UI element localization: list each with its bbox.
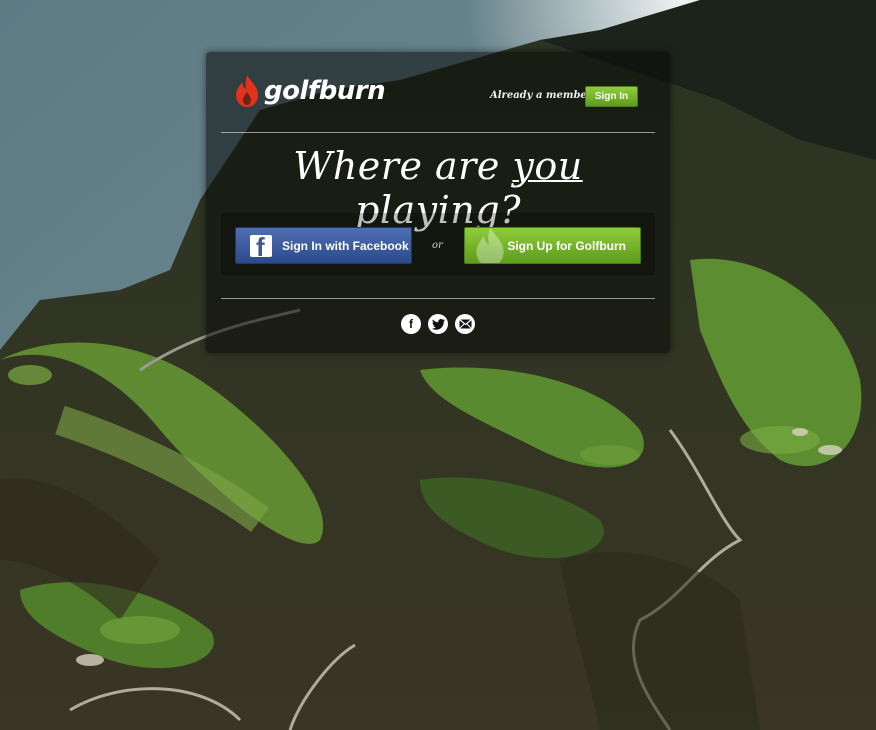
signup-panel: golfburn Already a member? Sign In Where…: [206, 52, 670, 353]
member-prompt: Already a member?: [490, 90, 598, 101]
headline-part-1: Where are: [293, 144, 513, 188]
signup-label: Sign Up for Golfburn: [507, 238, 626, 253]
flame-icon: [236, 75, 258, 107]
social-links: f: [206, 314, 670, 334]
twitter-icon[interactable]: [428, 314, 448, 334]
facebook-signin-label: Sign In with Facebook: [282, 238, 409, 253]
facebook-logo-icon: f: [250, 234, 272, 257]
headline-emphasis: you: [512, 144, 583, 188]
divider-bottom: [221, 298, 655, 299]
golfburn-logo[interactable]: golfburn: [234, 74, 386, 108]
facebook-icon[interactable]: f: [401, 314, 421, 334]
divider-top: [221, 132, 655, 133]
signin-button[interactable]: Sign In: [585, 86, 638, 107]
email-icon[interactable]: [455, 314, 475, 334]
flame-watermark-icon: [476, 228, 504, 263]
facebook-signin-button[interactable]: f Sign In with Facebook: [235, 227, 412, 264]
signup-button[interactable]: Sign Up for Golfburn: [464, 227, 641, 264]
brand-name: golfburn: [264, 76, 386, 106]
or-separator: or: [432, 240, 443, 251]
